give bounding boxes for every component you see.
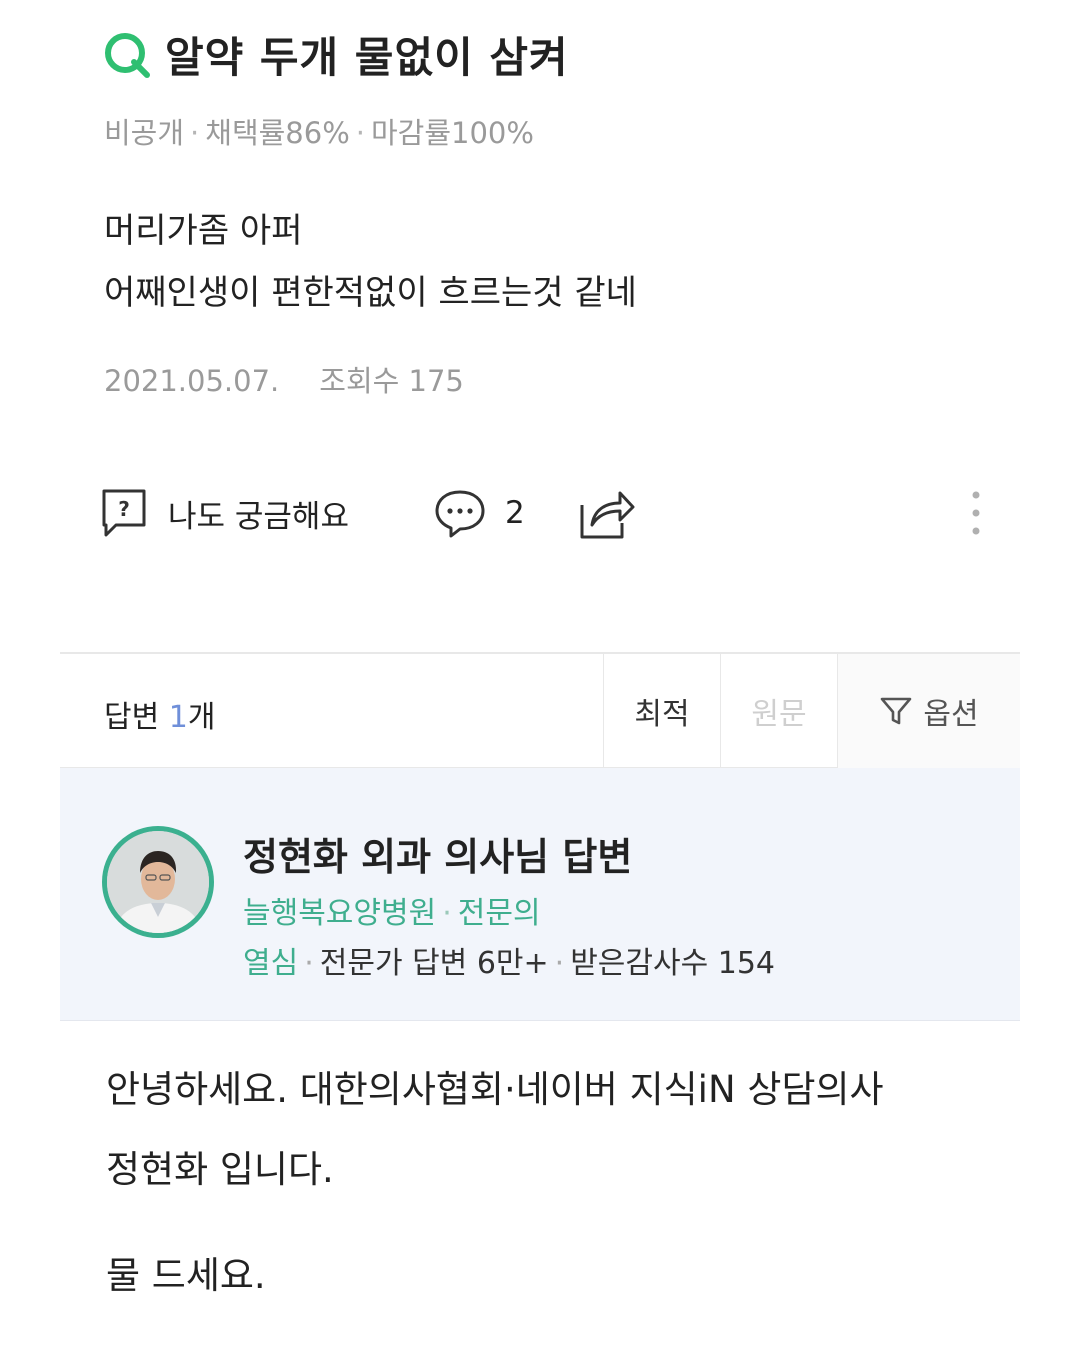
question-body-line: 머리가좀 아퍼 bbox=[104, 211, 303, 251]
question-header: 알약 두개 물없이 삼켜 bbox=[103, 24, 569, 85]
comment-button[interactable]: 2 bbox=[433, 482, 525, 544]
sort-best-button[interactable]: 최적 bbox=[603, 654, 720, 768]
question-date: 2021.05.07. bbox=[104, 364, 280, 398]
answer-line: 물 드세요. bbox=[106, 1254, 266, 1297]
question-title: 알약 두개 물없이 삼켜 bbox=[165, 33, 569, 82]
answer-count-number: 1 bbox=[168, 700, 188, 735]
expert-stats: 열심 · 전문가 답변 6만+ · 받은감사수 154 bbox=[243, 946, 775, 981]
answer-body: 안녕하세요. 대한의사협회·네이버 지식iN 상담의사 정현화 입니다. 물 드… bbox=[106, 1050, 884, 1316]
options-label: 옵션 bbox=[923, 697, 979, 732]
sort-original-button[interactable]: 원문 bbox=[720, 654, 837, 768]
curious-button[interactable]: ? 나도 궁금해요 bbox=[100, 482, 349, 544]
share-icon bbox=[578, 485, 636, 541]
expert-badge: 열심 bbox=[243, 946, 299, 981]
comment-count: 2 bbox=[505, 495, 525, 531]
curious-label: 나도 궁금해요 bbox=[168, 498, 349, 535]
more-options-button[interactable] bbox=[968, 482, 984, 544]
question-body-line: 어째인생이 편한적없이 흐르는것 같네 bbox=[104, 273, 637, 313]
share-button[interactable] bbox=[578, 482, 636, 544]
view-count: 조회수 175 bbox=[319, 364, 464, 398]
sort-best-label: 최적 bbox=[634, 697, 690, 732]
adoption-rate: 채택률86% bbox=[205, 116, 350, 150]
expert-answer-count: 전문가 답변 6만+ bbox=[319, 946, 549, 981]
more-vertical-icon bbox=[968, 487, 984, 539]
expert-thanks-count: 받은감사수 154 bbox=[570, 946, 775, 981]
expert-name[interactable]: 정현화 외과 의사님 답변 bbox=[243, 826, 632, 881]
filter-icon bbox=[879, 695, 913, 727]
expert-affiliation: 늘행복요양병원 · 전문의 bbox=[243, 896, 541, 931]
question-q-icon bbox=[103, 29, 151, 81]
visibility-label: 비공개 bbox=[104, 116, 185, 150]
avatar[interactable] bbox=[102, 826, 214, 938]
answer-line: 정현화 입니다. bbox=[106, 1148, 334, 1191]
expert-role: 전문의 bbox=[457, 896, 541, 931]
answer-count-label: 답변 bbox=[104, 700, 160, 735]
answer-count: 답변 1개 bbox=[104, 692, 215, 736]
svg-text:?: ? bbox=[118, 497, 130, 521]
expert-hospital[interactable]: 늘행복요양병원 bbox=[243, 896, 436, 931]
question-actions: ? 나도 궁금해요 2 bbox=[100, 482, 990, 544]
question-meta: 비공개 · 채택률86% · 마감률100% bbox=[104, 116, 534, 150]
speech-bubble-icon bbox=[433, 487, 487, 539]
question-mark-icon: ? bbox=[100, 487, 148, 539]
question-date-row: 2021.05.07. 조회수 175 bbox=[104, 358, 464, 400]
question-body: 머리가좀 아퍼 어째인생이 편한적없이 흐르는것 같네 bbox=[104, 200, 637, 324]
answer-line: 안녕하세요. 대한의사협회·네이버 지식iN 상담의사 bbox=[106, 1068, 884, 1111]
expert-profile-card: 정현화 외과 의사님 답변 늘행복요양병원 · 전문의 열심 · 전문가 답변 6만+ ·… bbox=[60, 768, 1020, 1021]
answer-sort-bar: 답변 1개 최적 원문 옵션 bbox=[60, 652, 1020, 768]
options-button[interactable]: 옵션 bbox=[837, 654, 1020, 768]
sort-original-label: 원문 bbox=[751, 697, 807, 732]
close-rate: 마감률100% bbox=[370, 116, 534, 150]
answer-count-unit: 개 bbox=[187, 700, 216, 735]
